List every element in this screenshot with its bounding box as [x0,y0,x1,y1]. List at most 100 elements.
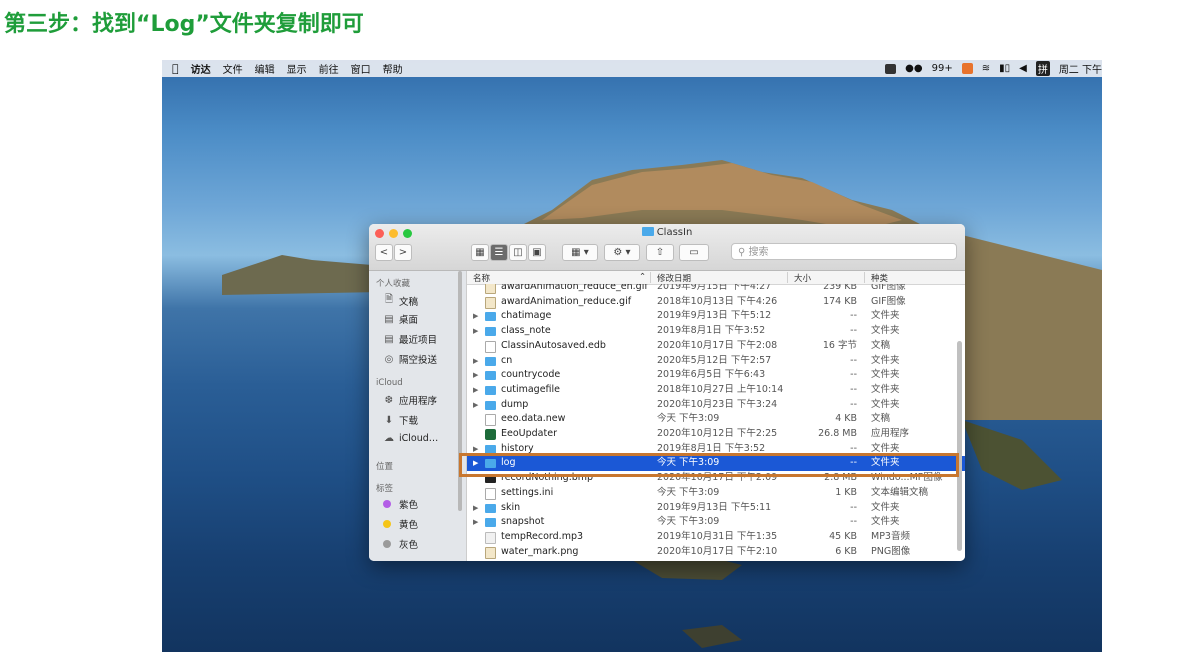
sidebar-item-label: 黄色 [399,520,419,531]
file-size: 174 KB [823,295,857,307]
sidebar-tag-gray[interactable]: 灰色 [383,537,418,551]
folder-icon [485,503,496,513]
sidebar-item-airdrop[interactable]: ◎ 隔空投送 [383,352,438,367]
column-date-header[interactable]: 修改日期 [657,272,691,284]
tag-button[interactable]: ▭ [679,244,709,261]
table-row[interactable]: ▶ countrycode 2019年6月5日 下午6:43 -- 文件夹 [467,368,965,383]
volume-icon[interactable]: ◀ [1019,63,1027,74]
file-date: 2019年9月13日 下午5:12 [657,310,772,322]
list-view-button[interactable]: ☰ [490,244,508,261]
sidebar-item-label: 隔空投送 [399,355,438,366]
tag-dot-icon [383,540,391,548]
file-icon [485,296,496,309]
menu-item-go[interactable]: 前往 [319,61,339,76]
sidebar-item-label: iCloud… [399,433,439,444]
table-row[interactable]: ▶ cn 2020年5月12日 下午2:57 -- 文件夹 [467,354,965,369]
desktop-screenshot:  访达 文件 编辑 显示 前往 窗口 帮助 ●● 99+ ≋ ▮▯ ◀ 拼 周… [162,60,1102,652]
table-row[interactable]: ▶ chatimage 2019年9月13日 下午5:12 -- 文件夹 [467,309,965,324]
file-name: dump [501,398,529,410]
macos-menubar:  访达 文件 编辑 显示 前往 窗口 帮助 ●● 99+ ≋ ▮▯ ◀ 拼 周… [162,60,1102,77]
menubar-clock[interactable]: 周二 下午 [1059,61,1102,76]
file-icon [485,487,496,500]
table-row[interactable]: eeo.data.new 今天 下午3:09 4 KB 文稿 [467,412,965,427]
disclosure-triangle-icon[interactable]: ▶ [473,368,478,383]
file-size: -- [850,325,857,337]
menu-item-help[interactable]: 帮助 [383,61,403,76]
disclosure-triangle-icon[interactable]: ▶ [473,309,478,324]
menu-item-finder[interactable]: 访达 [191,61,211,76]
disclosure-triangle-icon[interactable]: ▶ [473,515,478,530]
search-icon: ⚲ [738,247,749,258]
apple-menu-icon[interactable]:  [172,62,179,75]
wechat-icon[interactable]: ●● [905,63,922,74]
search-field[interactable]: ⚲ 搜索 [731,243,957,260]
disclosure-triangle-icon[interactable]: ▶ [473,324,478,339]
disclosure-triangle-icon[interactable]: ▶ [473,398,478,413]
table-row[interactable]: ▶ cutimagefile 2018年10月27日 上午10:14 -- 文件夹 [467,383,965,398]
sidebar-item-applications[interactable]: ❆ 应用程序 [383,393,437,408]
file-kind: 文稿 [871,339,891,351]
back-button[interactable]: < [375,244,393,261]
table-row[interactable]: EeoUpdater 2020年10月12日 下午2:25 26.8 MB 应用程序 [467,427,965,442]
finder-sidebar: 个人收藏 🗎 文稿 ▤ 桌面 ▤ 最近项目 ◎ 隔空投送 iCloud ❆ 应用程序 ⬇ 下… [369,271,467,561]
column-kind-header[interactable]: 种类 [871,272,888,284]
action-gear-button[interactable]: ⚙ ▾ [604,244,640,261]
table-row[interactable]: ▶ skin 2019年9月13日 下午5:11 -- 文件夹 [467,501,965,516]
status-app-icon[interactable] [885,63,897,74]
sidebar-tag-purple[interactable]: 紫色 [383,497,418,511]
input-method-icon[interactable]: 拼 [1035,61,1050,76]
menu-item-edit[interactable]: 编辑 [255,61,275,76]
app-tray-icon[interactable] [961,63,973,74]
disclosure-triangle-icon[interactable]: ▶ [473,354,478,369]
sidebar-item-documents[interactable]: 🗎 文稿 [383,292,418,309]
table-row[interactable]: tempRecord.mp3 2019年10月31日 下午1:35 45 KB MP3… [467,530,965,545]
menu-item-file[interactable]: 文件 [223,61,243,76]
file-date: 今天 下午3:09 [657,516,720,528]
disclosure-triangle-icon[interactable]: ▶ [473,383,478,398]
file-kind: 文件夹 [871,398,900,410]
column-name-header[interactable]: 名称 [473,272,490,284]
table-row[interactable]: water_mark.png 2020年10月17日 下午2:10 6 KB PNG图… [467,545,965,560]
table-row[interactable]: ▶ dump 2020年10月23日 下午3:24 -- 文件夹 [467,398,965,413]
share-button[interactable]: ⇧ [646,244,674,261]
table-row[interactable]: ▶ class_note 2019年8月1日 下午3:52 -- 文件夹 [467,324,965,339]
table-row[interactable]: awardAnimation_reduce_en.gif 2019年9月15日 下… [467,284,965,295]
tag-dot-icon [383,520,391,528]
gallery-view-button[interactable]: ▣ [528,244,546,261]
sidebar-item-recents[interactable]: ▤ 最近项目 [383,332,437,347]
desktop-icon: ▤ [384,313,394,325]
file-date: 2020年5月12日 下午2:57 [657,354,772,366]
sidebar-item-icloud-drive[interactable]: ☁ iCloud… [383,433,438,444]
sidebar-item-downloads[interactable]: ⬇ 下载 [383,413,418,428]
file-size: -- [850,310,857,322]
wifi-icon[interactable]: ≋ [982,63,990,74]
file-size: -- [850,516,857,528]
column-size-header[interactable]: 大小 [794,272,811,284]
group-button[interactable]: ▦ ▾ [562,244,598,261]
table-row[interactable]: awardAnimation_reduce.gif 2018年10月13日 下午4… [467,295,965,310]
file-date: 今天 下午3:09 [657,413,720,425]
file-date: 2019年10月31日 下午1:35 [657,530,778,542]
menu-item-window[interactable]: 窗口 [351,61,371,76]
folder-icon [485,385,496,395]
list-scrollbar[interactable] [957,341,962,551]
sidebar-tag-yellow[interactable]: 黄色 [383,517,418,531]
column-view-button[interactable]: ◫ [509,244,527,261]
battery-icon[interactable]: ▮▯ [999,63,1010,74]
tutorial-step-heading: 第三步：找到“Log”文件夹复制即可 [4,12,364,37]
forward-button[interactable]: > [394,244,412,261]
file-name: class_note [501,325,551,337]
menu-item-view[interactable]: 显示 [287,61,307,76]
file-icon [485,414,496,427]
icon-view-button[interactable]: ▦ [471,244,489,261]
file-size: -- [850,501,857,513]
table-row[interactable]: ▶ snapshot 今天 下午3:09 -- 文件夹 [467,515,965,530]
file-icon [485,340,496,353]
icloud-icon: ☁ [384,433,394,444]
disclosure-triangle-icon[interactable]: ▶ [473,501,478,516]
window-titlebar[interactable]: ClassIn < > ▦ ☰ ◫ ▣ ▦ ▾ ⚙ ▾ ⇧ ▭ ⚲ 搜索 [369,224,965,271]
table-row[interactable]: ClassinAutosaved.edb 2020年10月17日 下午2:08 16… [467,339,965,354]
table-row[interactable]: settings.ini 今天 下午3:09 1 KB 文本编辑文稿 [467,486,965,501]
sidebar-item-desktop[interactable]: ▤ 桌面 [383,312,418,327]
folder-icon [641,227,654,236]
